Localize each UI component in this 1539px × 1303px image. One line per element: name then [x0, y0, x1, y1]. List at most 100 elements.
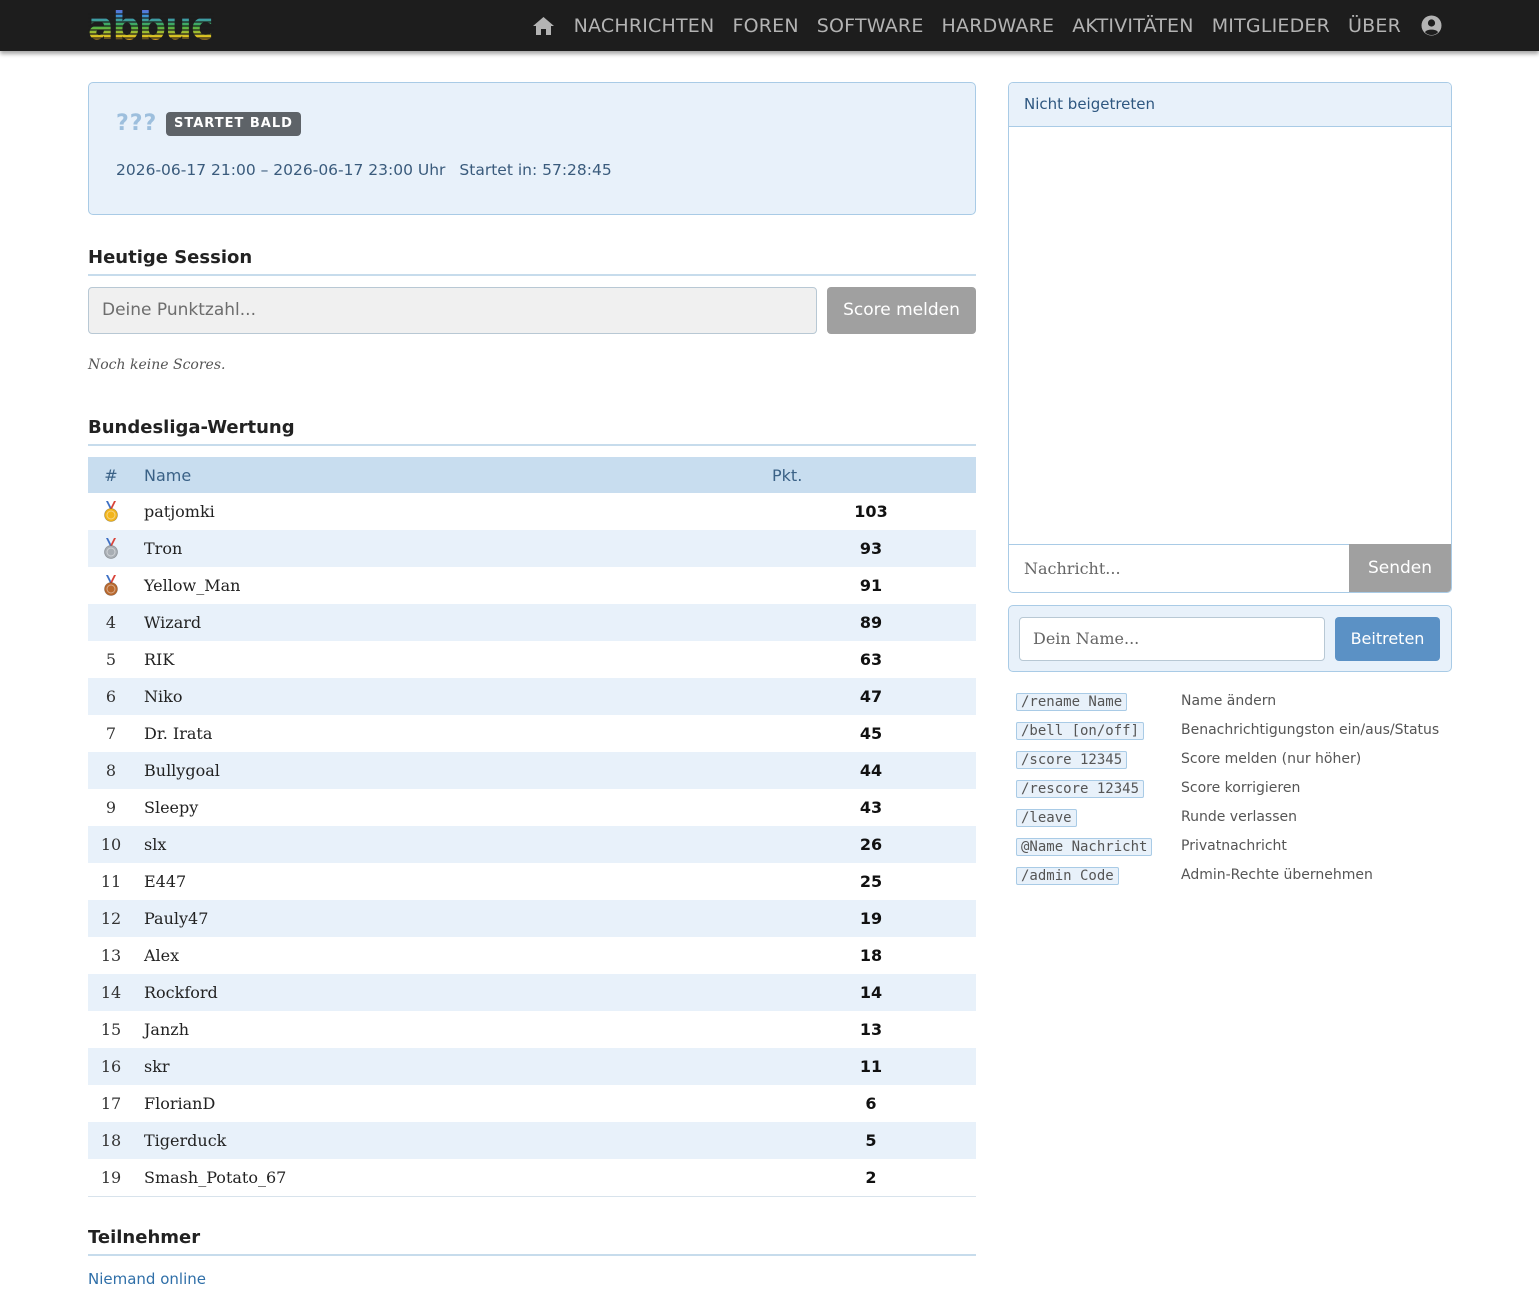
name-input[interactable]: Dein Name...	[1019, 617, 1325, 661]
join-button[interactable]: Beitreten	[1335, 617, 1440, 661]
column-header-rank: #	[88, 457, 134, 493]
rank-cell: 5	[105, 650, 117, 669]
command-description: Score melden (nur höher)	[1181, 750, 1362, 767]
command-row: /admin Code Admin-Rechte übernehmen	[1016, 860, 1446, 889]
player-points: 19	[766, 900, 976, 937]
player-points: 91	[859, 576, 883, 595]
nav-foren[interactable]: FOREN	[732, 15, 798, 37]
rank-cell: 6	[88, 678, 134, 715]
player-name: Smash_Potato_67	[134, 1159, 766, 1197]
player-points: 44	[766, 752, 976, 789]
command-row: @Name Nachricht Privatnachricht	[1016, 831, 1446, 860]
main-nav: NACHRICHTEN FOREN SOFTWARE HARDWARE AKTI…	[514, 0, 1443, 51]
table-row: 6 Niko 47	[88, 678, 976, 715]
chat-message-input[interactable]: Nachricht...	[1009, 544, 1350, 592]
rank-cell: 8	[88, 752, 134, 789]
player-name: Tron	[134, 530, 766, 567]
event-time-range: 2026-06-17 21:00 – 2026-06-17 23:00 Uhr	[116, 161, 446, 179]
rank-cell: 4	[88, 604, 134, 641]
player-name: FlorianD	[144, 1094, 216, 1113]
table-row: Tron 93	[88, 530, 976, 567]
event-info-panel: ??? STARTET BALD 2026-06-17 21:00 – 2026…	[88, 82, 976, 215]
player-points: 14	[766, 974, 976, 1011]
participants-empty-text: Niemand online	[88, 1270, 206, 1288]
command-code: /score 12345	[1016, 751, 1128, 769]
player-points: 63	[859, 650, 883, 669]
command-code: @Name Nachricht	[1016, 838, 1153, 856]
player-points: 43	[859, 798, 883, 817]
column-header-points: Pkt.	[766, 457, 976, 493]
user-circle-icon[interactable]	[1419, 14, 1443, 38]
submit-score-button[interactable]: Score melden	[827, 287, 976, 334]
command-description: Admin-Rechte übernehmen	[1181, 866, 1373, 883]
table-row: 15 Janzh 13	[88, 1011, 976, 1048]
home-icon[interactable]	[532, 14, 556, 38]
league-table: # Name Pkt. patjomki 103 Tron 93 Yellow_Man 9…	[88, 457, 976, 1197]
nav-mitglieder[interactable]: MITGLIEDER	[1212, 15, 1330, 37]
command-code: /admin Code	[1016, 867, 1119, 885]
table-row: 13 Alex 18	[88, 937, 976, 974]
player-points: 6	[865, 1094, 877, 1113]
command-row: /leave Runde verlassen	[1016, 802, 1446, 831]
table-row: 18 Tigerduck 5	[88, 1122, 976, 1159]
nav-nachrichten[interactable]: NACHRICHTEN	[574, 15, 715, 37]
player-points: 45	[859, 724, 883, 743]
player-points: 89	[766, 604, 976, 641]
table-row: Yellow_Man 91	[88, 567, 976, 604]
player-points: 11	[766, 1048, 976, 1085]
command-row: /score 12345 Score melden (nur höher)	[1016, 744, 1446, 773]
score-input[interactable]: Deine Punktzahl...	[88, 287, 817, 334]
nav-ueber[interactable]: ÜBER	[1348, 15, 1401, 37]
player-name: Tigerduck	[134, 1122, 766, 1159]
rank-cell	[88, 530, 134, 567]
rank-cell: 9	[105, 798, 117, 817]
player-points: 5	[766, 1122, 976, 1159]
command-row: /rescore 12345 Score korrigieren	[1016, 773, 1446, 802]
player-name: Dr. Irata	[144, 724, 213, 743]
abbuc-logo[interactable]: abbuc	[88, 4, 214, 48]
player-name: Janzh	[144, 1020, 189, 1039]
player-name: slx	[134, 826, 766, 863]
event-schedule: 2026-06-17 21:00 – 2026-06-17 23:00 Uhr S…	[116, 161, 612, 179]
send-button[interactable]: Senden	[1349, 544, 1451, 592]
rank-cell: 13	[100, 946, 122, 965]
nav-hardware[interactable]: HARDWARE	[942, 15, 1055, 37]
event-title: ???	[116, 111, 158, 136]
gold-medal-icon	[103, 500, 119, 523]
rank-cell: 15	[100, 1020, 122, 1039]
player-name: E447	[144, 872, 187, 891]
column-header-name: Name	[134, 457, 766, 493]
command-row: /rename Name Name ändern	[1016, 686, 1446, 715]
nav-software[interactable]: SOFTWARE	[817, 15, 924, 37]
league-heading: Bundesliga-Wertung	[88, 417, 976, 446]
svg-text:abbuc: abbuc	[88, 6, 213, 42]
table-header-row: # Name Pkt.	[88, 457, 976, 493]
player-points: 103	[854, 502, 888, 521]
player-points: 18	[859, 946, 883, 965]
event-countdown: Startet in: 57:28:45	[459, 161, 612, 179]
player-points: 13	[859, 1020, 883, 1039]
session-heading: Heutige Session	[88, 247, 976, 276]
rank-cell: 18	[88, 1122, 134, 1159]
player-points: 47	[766, 678, 976, 715]
table-row: 16 skr 11	[88, 1048, 976, 1085]
rank-cell: 14	[88, 974, 134, 1011]
rank-cell: 12	[88, 900, 134, 937]
command-row: /bell [on/off] Benachrichtigungston ein/a…	[1016, 715, 1446, 744]
player-points: 26	[766, 826, 976, 863]
table-row: 9 Sleepy 43	[88, 789, 976, 826]
command-description: Score korrigieren	[1181, 779, 1301, 796]
player-name: Pauly47	[134, 900, 766, 937]
no-scores-text: Noch keine Scores.	[88, 357, 226, 373]
player-points: 2	[766, 1159, 976, 1197]
chat-messages-area[interactable]	[1009, 127, 1451, 545]
rank-cell: 7	[105, 724, 117, 743]
nav-aktivitaeten[interactable]: AKTIVITÄTEN	[1072, 15, 1193, 37]
player-name: Alex	[144, 946, 180, 965]
command-code: /rescore 12345	[1016, 780, 1145, 798]
abbuc-logo-graphic: abbuc	[88, 4, 214, 48]
chat-status: Nicht beigetreten	[1009, 83, 1451, 127]
top-navbar: abbuc NACHRICHTEN FOREN SOFTWARE HARDWAR…	[0, 0, 1539, 51]
player-name: Wizard	[134, 604, 766, 641]
player-name: Niko	[134, 678, 766, 715]
